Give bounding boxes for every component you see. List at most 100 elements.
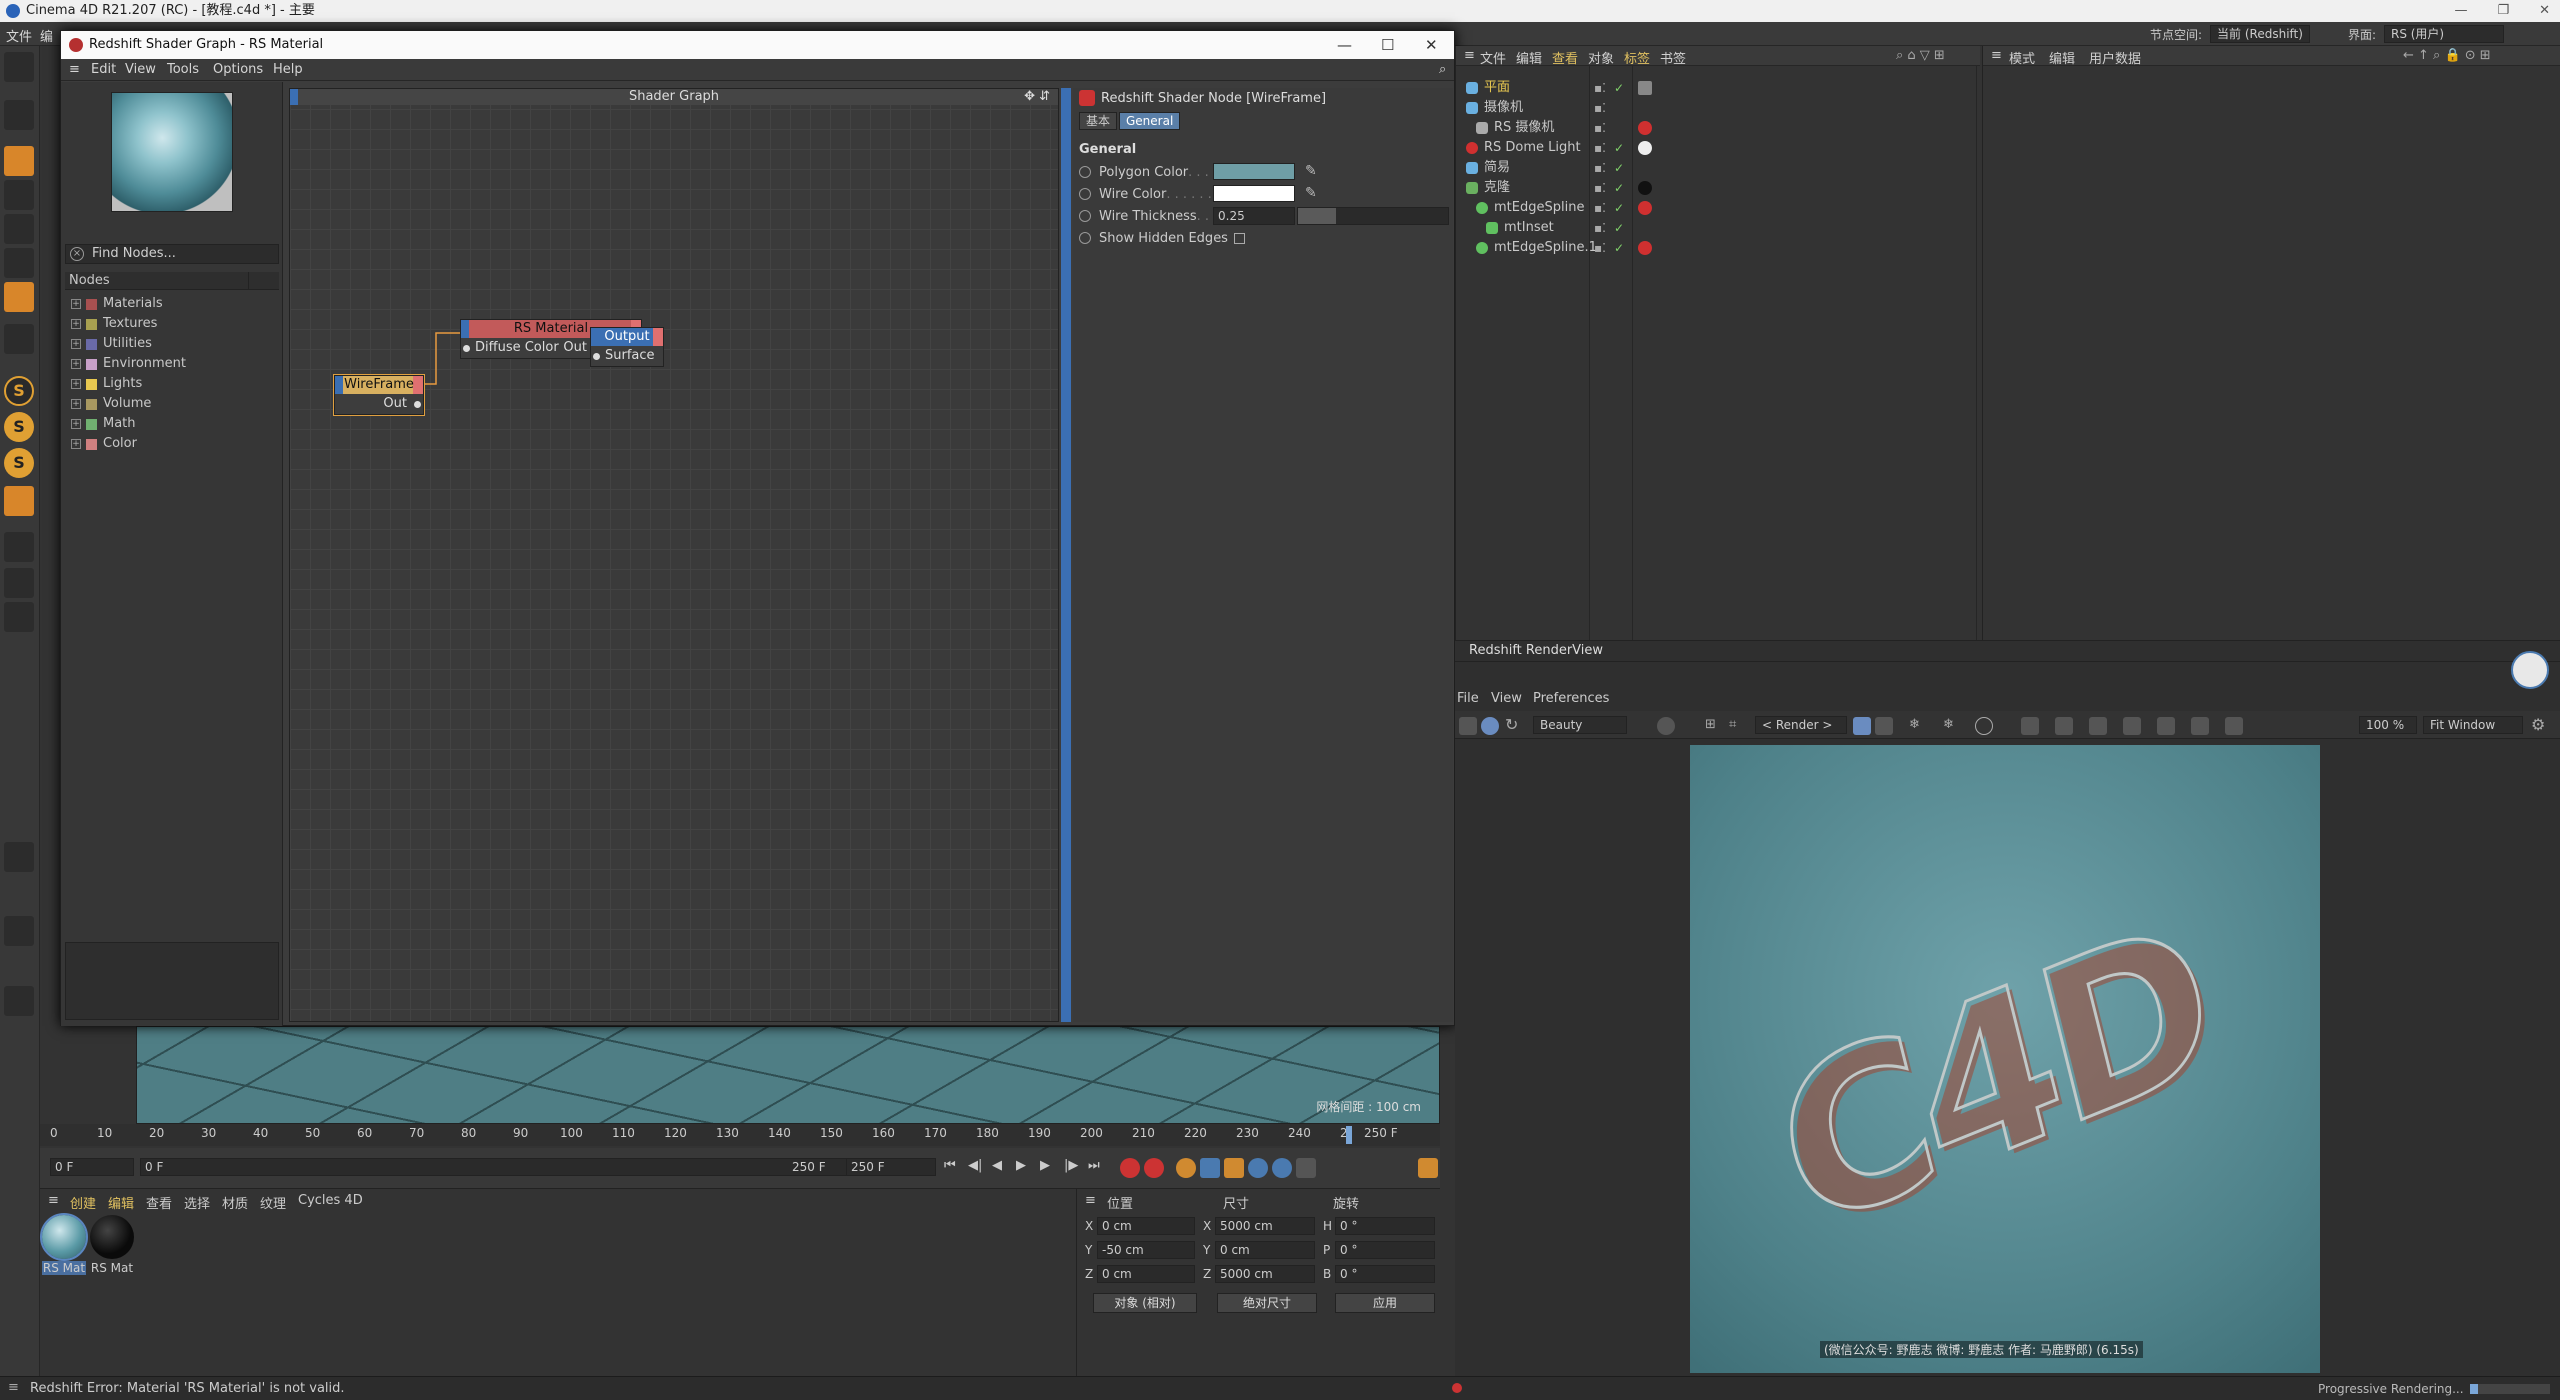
menu-edit[interactable]: Edit bbox=[91, 62, 116, 77]
expand-icon[interactable] bbox=[2055, 717, 2073, 735]
enabled-check-icon[interactable]: ✓ bbox=[1614, 178, 1624, 198]
eyedropper-icon[interactable]: ✎ bbox=[1305, 163, 1321, 179]
animate-dot-icon[interactable] bbox=[1079, 232, 1091, 244]
autokey-icon[interactable] bbox=[1144, 1158, 1164, 1178]
expand-icon[interactable]: + bbox=[71, 399, 81, 409]
diffuse-color-input-port[interactable] bbox=[463, 345, 470, 352]
expand-icon[interactable]: + bbox=[71, 339, 81, 349]
graph-nav-icon[interactable]: ✥ ⇵ bbox=[1024, 89, 1050, 105]
menu-texture[interactable]: 纹理 bbox=[260, 1193, 286, 1212]
visibility-icon[interactable]: ▪⁚ bbox=[1594, 238, 1606, 258]
record-icon[interactable] bbox=[1120, 1158, 1140, 1178]
tab-general[interactable]: General bbox=[1119, 112, 1181, 130]
category-utilities[interactable]: + Utilities bbox=[71, 336, 152, 352]
pla-key-icon[interactable] bbox=[1296, 1158, 1316, 1178]
menu-object[interactable]: 对象 bbox=[1588, 48, 1614, 67]
category-math[interactable]: + Math bbox=[71, 416, 136, 432]
refresh-icon[interactable]: ↻ bbox=[1505, 717, 1523, 735]
hamburger-icon[interactable]: ≡ bbox=[48, 1193, 59, 1208]
menu-tools[interactable]: Tools bbox=[167, 62, 199, 77]
snowflake-icon[interactable]: ❄ bbox=[1909, 717, 1927, 735]
search-icon[interactable]: ⌕ ⌂ ▽ ⊞ bbox=[1896, 48, 1945, 63]
brush-icon[interactable] bbox=[2089, 717, 2107, 735]
paint-icon[interactable] bbox=[4, 916, 34, 946]
workplane-icon[interactable] bbox=[4, 532, 34, 562]
model-mode-icon[interactable] bbox=[4, 146, 34, 176]
lock-icon[interactable] bbox=[1853, 717, 1871, 735]
menu-edit[interactable]: 编辑 bbox=[1516, 48, 1542, 67]
range-start-input[interactable]: 0 F bbox=[140, 1158, 874, 1176]
enabled-check-icon[interactable]: ✓ bbox=[1614, 198, 1624, 218]
texture-mode-icon[interactable] bbox=[4, 180, 34, 210]
playhead[interactable] bbox=[1346, 1126, 1352, 1144]
category-textures[interactable]: + Textures bbox=[71, 316, 157, 332]
surface-input-port[interactable] bbox=[593, 353, 600, 360]
size-y-input[interactable]: 0 cm bbox=[1215, 1241, 1315, 1259]
menu-file[interactable]: File bbox=[1457, 691, 1479, 706]
render-mode-select[interactable]: < Render > bbox=[1755, 716, 1847, 734]
expand-icon[interactable]: + bbox=[71, 379, 81, 389]
object-row[interactable]: 克隆 ▪⁚ ✓ bbox=[1456, 178, 1981, 198]
redshift-tag-icon[interactable] bbox=[1638, 121, 1652, 135]
bucket-icon[interactable] bbox=[1875, 717, 1893, 735]
animate-dot-icon[interactable] bbox=[1079, 188, 1091, 200]
eyedropper-icon[interactable]: ✎ bbox=[1305, 185, 1321, 201]
show-hidden-edges-checkbox[interactable] bbox=[1233, 232, 1245, 244]
hdri-tag-icon[interactable] bbox=[1638, 141, 1652, 155]
layout-select[interactable]: RS (用户) bbox=[2383, 25, 2504, 43]
menu-view[interactable]: View bbox=[1491, 691, 1522, 706]
maximize-icon[interactable]: ☐ bbox=[1381, 31, 1394, 59]
dots-icon[interactable] bbox=[4, 842, 34, 872]
hamburger-icon[interactable]: ≡ bbox=[1991, 48, 2002, 63]
minimize-icon[interactable]: — bbox=[2454, 0, 2467, 22]
scale-key-icon[interactable] bbox=[1224, 1158, 1244, 1178]
expand-icon[interactable]: + bbox=[71, 419, 81, 429]
hamburger-icon[interactable]: ≡ bbox=[8, 1380, 19, 1395]
polygons-mode-icon[interactable] bbox=[4, 282, 34, 312]
axis-icon[interactable] bbox=[4, 324, 34, 354]
menu-edit[interactable]: 编 bbox=[40, 26, 53, 45]
expand-icon[interactable]: + bbox=[71, 439, 81, 449]
menu-cycles4d[interactable]: Cycles 4D bbox=[298, 1193, 363, 1208]
region-icon[interactable] bbox=[2021, 717, 2039, 735]
category-volume[interactable]: + Volume bbox=[71, 396, 151, 412]
menu-view[interactable]: View bbox=[125, 62, 156, 77]
menu-view[interactable]: 查看 bbox=[1552, 48, 1578, 67]
category-materials[interactable]: + Materials bbox=[71, 296, 163, 312]
output-node[interactable]: Output Surface bbox=[590, 327, 664, 367]
graph-scroll-strip[interactable] bbox=[1061, 88, 1071, 1022]
visibility-icon[interactable]: ▪⁚ bbox=[1594, 218, 1606, 238]
enabled-check-icon[interactable]: ✓ bbox=[1614, 138, 1624, 158]
menu-tags[interactable]: 标签 bbox=[1624, 48, 1650, 67]
layer-icon[interactable] bbox=[4, 602, 34, 632]
minimize-icon[interactable]: — bbox=[1337, 31, 1352, 59]
goto-end-icon[interactable]: ⏭ bbox=[1088, 1158, 1108, 1178]
position-z-input[interactable]: 0 cm bbox=[1097, 1265, 1195, 1283]
expand-icon[interactable]: + bbox=[71, 299, 81, 309]
symmetry-icon[interactable]: S bbox=[4, 448, 34, 478]
brush-icon[interactable] bbox=[4, 986, 34, 1016]
shader-graph-canvas[interactable]: Shader Graph ✥ ⇵ RS Material Diffuse Col… bbox=[289, 88, 1059, 1022]
wire-thickness-input[interactable]: 0.25 bbox=[1213, 207, 1295, 225]
size-x-input[interactable]: 5000 cm bbox=[1215, 1217, 1315, 1235]
menu-edit[interactable]: 编辑 bbox=[2049, 48, 2075, 67]
aov-select[interactable]: Beauty bbox=[1533, 716, 1627, 734]
menu-create[interactable]: 创建 bbox=[70, 1193, 96, 1212]
object-row[interactable]: mtInset ▪⁚ ✓ bbox=[1456, 218, 1981, 238]
size-z-input[interactable]: 5000 cm bbox=[1215, 1265, 1315, 1283]
wire-thickness-slider[interactable] bbox=[1297, 207, 1449, 225]
prev-key-icon[interactable]: ◀| bbox=[968, 1158, 988, 1178]
object-row[interactable]: 摄像机 ▪⁚ bbox=[1456, 98, 1981, 118]
copy-icon[interactable] bbox=[2225, 717, 2243, 735]
step-forward-icon[interactable]: ▶ bbox=[1040, 1158, 1060, 1178]
hamburger-icon[interactable]: ≡ bbox=[69, 62, 80, 77]
visibility-icon[interactable]: ▪⁚ bbox=[1594, 178, 1606, 198]
zoom-select[interactable]: 100 % bbox=[2359, 716, 2417, 734]
coordinate-mode-select[interactable]: 对象 (相对) bbox=[1093, 1293, 1197, 1313]
position-y-input[interactable]: -50 cm bbox=[1097, 1241, 1195, 1259]
keyframe-selection-icon[interactable] bbox=[1176, 1158, 1196, 1178]
position-x-input[interactable]: 0 cm bbox=[1097, 1217, 1195, 1235]
menu-user-data[interactable]: 用户数据 bbox=[2089, 48, 2141, 67]
live-selection-icon[interactable] bbox=[4, 100, 34, 130]
grid-icon[interactable] bbox=[4, 568, 34, 598]
